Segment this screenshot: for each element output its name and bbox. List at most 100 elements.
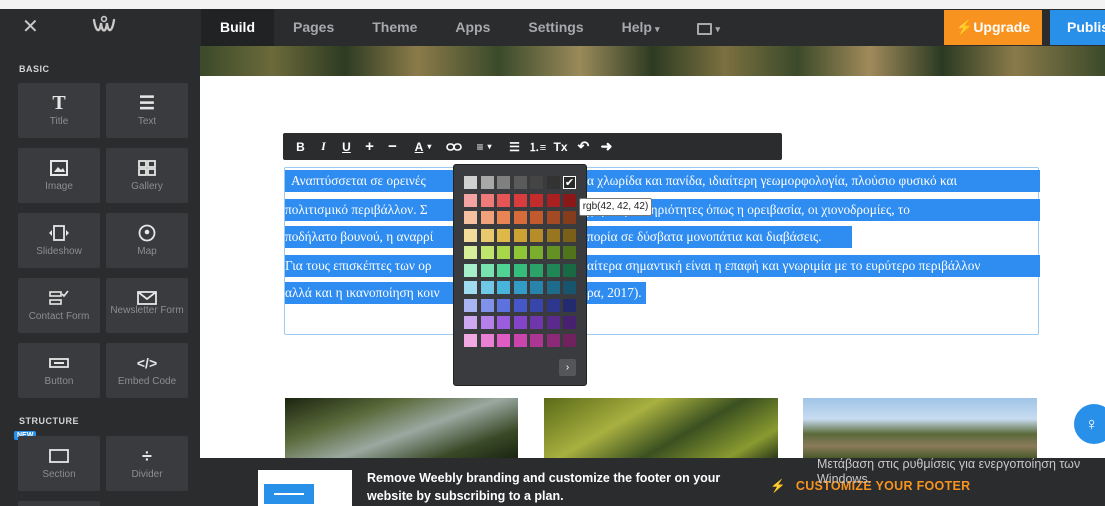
color-swatch[interactable] (513, 228, 527, 242)
color-swatch[interactable] (546, 298, 560, 312)
color-swatch[interactable] (480, 281, 494, 294)
nav-build[interactable]: Build (201, 9, 274, 46)
color-swatch[interactable] (464, 246, 477, 259)
tile-image[interactable]: Image (18, 148, 100, 203)
color-swatch[interactable] (530, 176, 543, 189)
color-swatch[interactable] (497, 333, 510, 347)
bold-button[interactable]: B (289, 133, 312, 160)
color-swatch[interactable] (513, 281, 527, 294)
tile-map[interactable]: Map (106, 213, 188, 268)
color-swatch[interactable] (480, 193, 494, 207)
color-swatch[interactable] (464, 263, 477, 277)
color-swatch[interactable] (530, 193, 543, 207)
color-swatch[interactable] (513, 211, 527, 224)
gallery-photo-trees[interactable] (544, 398, 778, 458)
color-swatch[interactable] (563, 333, 576, 347)
color-swatch[interactable] (546, 281, 560, 294)
color-swatch[interactable] (480, 228, 494, 242)
color-swatch[interactable] (497, 316, 510, 329)
color-swatch[interactable] (480, 316, 494, 329)
tile-newsletter-form[interactable]: Newsletter Form (106, 278, 188, 333)
color-swatch[interactable] (563, 263, 576, 277)
tile-title[interactable]: T Title (18, 83, 100, 138)
color-swatch[interactable] (546, 316, 560, 329)
bullet-list-button[interactable]: ☰ (503, 133, 526, 160)
tile-slideshow[interactable]: Slideshow (18, 213, 100, 268)
nav-apps[interactable]: Apps (436, 9, 509, 46)
color-swatch[interactable] (497, 193, 510, 207)
color-swatch[interactable] (464, 333, 477, 347)
color-swatch[interactable] (546, 246, 560, 259)
decrease-size-button[interactable]: − (381, 133, 404, 160)
tile-button[interactable]: Button (18, 343, 100, 398)
color-swatch[interactable] (480, 263, 494, 277)
color-swatch[interactable] (513, 316, 527, 329)
color-swatch[interactable] (497, 246, 510, 259)
color-swatch[interactable] (546, 211, 560, 224)
color-swatch[interactable] (563, 316, 576, 329)
color-swatch[interactable] (464, 193, 477, 207)
color-swatch[interactable] (513, 176, 527, 189)
nav-theme[interactable]: Theme (353, 9, 436, 46)
underline-button[interactable]: U (335, 133, 358, 160)
color-swatch[interactable] (530, 298, 543, 312)
color-swatch[interactable] (563, 246, 576, 259)
color-swatch[interactable] (530, 263, 543, 277)
color-swatch[interactable] (530, 333, 543, 347)
color-swatch[interactable] (563, 281, 576, 294)
gallery-photo-forest[interactable] (285, 398, 518, 458)
publish-button[interactable]: Publish (1050, 10, 1105, 45)
tile-text[interactable]: ☰ Text (106, 83, 188, 138)
color-swatch[interactable] (513, 193, 527, 207)
color-swatch[interactable] (497, 176, 510, 189)
color-swatch[interactable] (513, 333, 527, 347)
nav-help[interactable]: Help ▾ (603, 9, 679, 46)
nav-settings[interactable]: Settings (509, 9, 602, 46)
color-swatch[interactable] (546, 263, 560, 277)
tile-divider[interactable]: ÷ Divider (106, 436, 188, 491)
color-swatch[interactable] (546, 193, 560, 207)
color-swatch[interactable] (464, 228, 477, 242)
color-swatch[interactable] (546, 333, 560, 347)
tile-gallery[interactable]: Gallery (106, 148, 188, 203)
color-swatch[interactable] (530, 228, 543, 242)
color-swatch[interactable] (530, 281, 543, 294)
color-swatch[interactable] (464, 176, 477, 189)
tile-section[interactable]: Section (18, 436, 100, 491)
color-swatch[interactable] (530, 211, 543, 224)
color-swatch[interactable] (497, 298, 510, 312)
color-swatch[interactable] (497, 211, 510, 224)
color-swatch[interactable] (513, 298, 527, 312)
clear-format-button[interactable]: Tx (549, 133, 572, 160)
color-swatch[interactable] (464, 281, 477, 294)
numbered-list-button[interactable]: ⒈≡ (526, 133, 549, 160)
color-swatch[interactable] (497, 228, 510, 242)
selected-color-swatch[interactable]: ✔ (563, 176, 576, 189)
color-swatch[interactable] (563, 228, 576, 242)
color-swatch[interactable] (563, 193, 576, 207)
upgrade-button[interactable]: ⚡Upgrade (944, 10, 1042, 45)
increase-size-button[interactable]: + (358, 133, 381, 160)
color-swatch[interactable] (513, 263, 527, 277)
color-swatch[interactable] (480, 176, 494, 189)
italic-button[interactable]: I (312, 133, 335, 160)
nav-pages[interactable]: Pages (274, 9, 353, 46)
tile-more[interactable] (18, 501, 100, 506)
device-preview-toggle[interactable]: ▾ (678, 9, 739, 46)
color-swatch[interactable] (513, 246, 527, 259)
gallery-photo-mountain[interactable] (803, 398, 1037, 458)
text-color-button[interactable]: A ▾ (404, 133, 442, 160)
redo-button[interactable]: ➜ (595, 133, 618, 160)
align-button[interactable]: ≡ ▾ (465, 133, 503, 160)
color-swatch[interactable] (480, 298, 494, 312)
color-swatch[interactable] (497, 281, 510, 294)
color-swatch[interactable] (497, 263, 510, 277)
close-icon[interactable]: ✕ (22, 17, 39, 37)
color-swatch[interactable] (563, 211, 576, 224)
color-swatch[interactable] (480, 333, 494, 347)
undo-button[interactable]: ↶ (572, 133, 595, 160)
color-swatch[interactable] (480, 246, 494, 259)
color-swatch[interactable] (530, 316, 543, 329)
color-swatch[interactable] (546, 176, 560, 189)
color-swatch[interactable] (464, 298, 477, 312)
